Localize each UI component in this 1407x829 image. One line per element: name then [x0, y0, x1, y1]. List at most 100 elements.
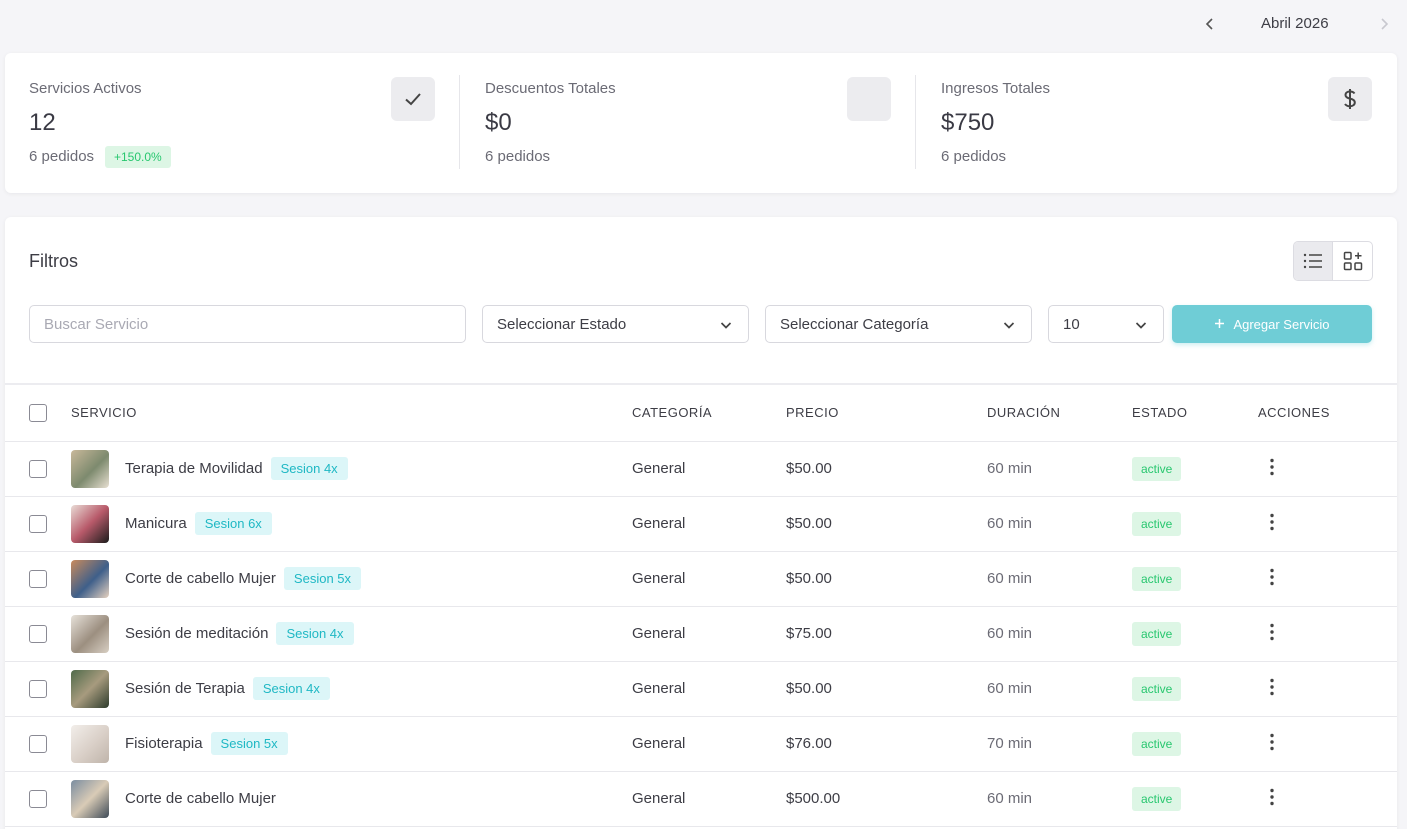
service-thumbnail [71, 724, 109, 763]
session-badge: Sesion 4x [252, 677, 330, 700]
state-select[interactable]: Seleccionar Estado [482, 305, 749, 343]
growth-badge: +150.0% [105, 146, 171, 168]
row-checkbox[interactable] [29, 789, 47, 808]
row-checkbox[interactable] [29, 459, 47, 478]
column-header-actions: ACCIONES [1258, 385, 1397, 442]
duration-cell: 60 min [987, 606, 1132, 662]
more-vertical-icon[interactable] [1270, 733, 1274, 755]
session-badge: Sesion 4x [270, 457, 348, 480]
table-row: Fisioterapia Sesion 5x General $76.00 70 min… [5, 716, 1397, 772]
stats-card: Servicios Activos 12 6 pedidos +150.0% D… [5, 53, 1397, 193]
service-cell: Terapia de Movilidad Sesion 4x [71, 449, 632, 488]
stat-title: Descuentos Totales [485, 80, 616, 97]
session-badge: Sesion 4x [276, 622, 354, 645]
column-header-service: SERVICIO [71, 385, 632, 442]
category-cell: General [632, 551, 786, 607]
table-row: Corte de cabello Mujer General $500.00 60 m… [5, 771, 1397, 827]
service-name[interactable]: Sesión de Terapia [125, 680, 245, 697]
stat-total-discounts: Descuentos Totales $0 6 pedidos [461, 53, 917, 193]
month-label: Abril 2026 [1261, 15, 1329, 32]
stat-active-services: Servicios Activos 12 6 pedidos +150.0% [5, 53, 461, 193]
session-badge: Sesion 5x [283, 567, 362, 590]
service-thumbnail [71, 504, 109, 543]
services-card: Filtros Seleccionar Estado Seleccionar C… [5, 217, 1397, 829]
more-vertical-icon[interactable] [1270, 623, 1274, 645]
page-size-value: 10 [1063, 315, 1080, 333]
stat-sub: 6 pedidos [941, 148, 1007, 165]
status-badge: active [1132, 457, 1182, 481]
service-thumbnail [71, 559, 109, 598]
more-vertical-icon[interactable] [1270, 513, 1274, 535]
table-row: Terapia de Movilidad Sesion 4x General $50.… [5, 441, 1397, 497]
row-checkbox[interactable] [29, 624, 47, 643]
more-vertical-icon[interactable] [1270, 678, 1274, 700]
category-cell: General [632, 441, 786, 497]
price-cell: $500.00 [786, 771, 987, 827]
table-header-row: SERVICIO CATEGORÍA PRECIO DURACIÓN ESTAD… [5, 385, 1397, 442]
row-checkbox[interactable] [29, 679, 47, 698]
table-row: Manicura Sesion 6x General $50.00 60 min acti… [5, 496, 1397, 552]
service-name[interactable]: Corte de cabello Mujer [125, 570, 276, 587]
select-all-checkbox[interactable] [29, 403, 47, 422]
add-service-label: Agregar Servicio [1233, 316, 1330, 332]
more-vertical-icon[interactable] [1270, 458, 1274, 480]
service-thumbnail [71, 669, 109, 708]
row-checkbox[interactable] [29, 734, 47, 753]
chevron-left-icon[interactable] [1200, 14, 1220, 34]
status-badge: active [1132, 567, 1182, 591]
service-thumbnail [71, 614, 109, 653]
service-name[interactable]: Manicura [125, 515, 187, 532]
search-input[interactable] [44, 315, 451, 333]
service-thumbnail [71, 449, 109, 488]
duration-cell: 70 min [987, 716, 1132, 772]
category-cell: General [632, 771, 786, 827]
column-header-duration: DURACIÓN [987, 385, 1132, 442]
row-checkbox[interactable] [29, 514, 47, 533]
stat-sub: 6 pedidos [485, 148, 551, 165]
stat-value: $750 [941, 109, 995, 136]
category-select-value: Seleccionar Categoría [780, 315, 929, 333]
search-field [29, 305, 466, 343]
price-cell: $50.00 [786, 551, 987, 607]
blank-icon [847, 77, 891, 121]
list-view-icon[interactable] [1294, 242, 1334, 280]
column-header-state: ESTADO [1132, 385, 1258, 442]
service-name[interactable]: Sesión de meditación [125, 625, 268, 642]
grid-view-icon[interactable] [1333, 242, 1372, 280]
column-header-price: PRECIO [786, 385, 987, 442]
price-cell: $75.00 [786, 606, 987, 662]
table-row: Sesión de meditación Sesion 4x General $75.… [5, 606, 1397, 662]
add-service-button[interactable]: Agregar Servicio [1172, 305, 1372, 343]
category-cell: General [632, 661, 786, 717]
chevron-right-icon[interactable] [1374, 14, 1394, 34]
category-select[interactable]: Seleccionar Categoría [765, 305, 1032, 343]
more-vertical-icon[interactable] [1270, 788, 1274, 810]
view-toggle [1293, 241, 1373, 281]
plus-icon [1214, 317, 1225, 332]
service-name[interactable]: Corte de cabello Mujer [125, 790, 276, 807]
service-name[interactable]: Fisioterapia [125, 735, 203, 752]
chevron-down-icon [720, 318, 732, 335]
service-name[interactable]: Terapia de Movilidad [125, 460, 263, 477]
page-size-select[interactable]: 10 [1048, 305, 1164, 343]
duration-cell: 60 min [987, 496, 1132, 552]
service-cell: Manicura Sesion 6x [71, 504, 632, 543]
status-badge: active [1132, 677, 1182, 701]
status-badge: active [1132, 512, 1182, 536]
chevron-down-icon [1003, 318, 1015, 335]
stat-value: $0 [485, 109, 512, 136]
table-row: Corte de cabello Mujer Sesion 5x General $5… [5, 551, 1397, 607]
state-select-value: Seleccionar Estado [497, 315, 627, 333]
more-vertical-icon[interactable] [1270, 568, 1274, 590]
service-cell: Sesión de Terapia Sesion 4x [71, 669, 632, 708]
table-row: Sesión de Terapia Sesion 4x General $50.00 6… [5, 661, 1397, 717]
session-badge: Sesion 6x [194, 512, 272, 535]
row-checkbox[interactable] [29, 569, 47, 588]
service-cell: Corte de cabello Mujer [71, 779, 632, 818]
price-cell: $76.00 [786, 716, 987, 772]
duration-cell: 60 min [987, 661, 1132, 717]
service-thumbnail [71, 779, 109, 818]
price-cell: $50.00 [786, 496, 987, 552]
duration-cell: 60 min [987, 441, 1132, 497]
status-badge: active [1132, 732, 1182, 756]
